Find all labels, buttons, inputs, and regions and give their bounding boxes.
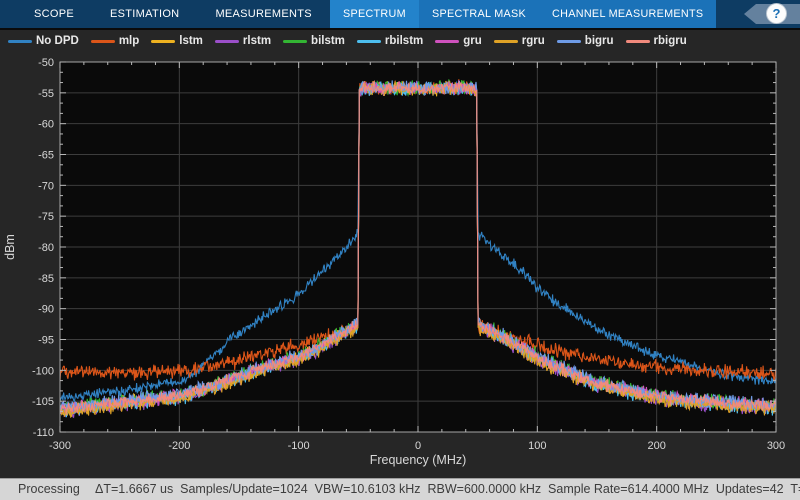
axis-tick-label: -300: [49, 440, 71, 452]
axis-tick-label: -100: [288, 440, 310, 452]
legend-line-swatch: [8, 40, 32, 43]
legend-label: bilstm: [311, 35, 345, 47]
axis-tick-label: 200: [647, 440, 665, 452]
tab-scope[interactable]: SCOPE: [16, 0, 92, 28]
question-mark-icon: ?: [773, 6, 781, 21]
status-bar: Processing ΔT=1.6667 us Samples/Update=1…: [0, 478, 800, 500]
x-axis-label: Frequency (MHz): [370, 453, 467, 467]
legend-item-lstm[interactable]: lstm: [151, 35, 203, 47]
legend-label: lstm: [179, 35, 203, 47]
legend-item-no-dpd[interactable]: No DPD: [8, 35, 79, 47]
axis-tick-label: -50: [38, 57, 54, 69]
tab-channel-measurements[interactable]: CHANNEL MEASUREMENTS: [539, 0, 716, 28]
legend-bar: No DPD mlp lstm rlstm bilstm rbilstm gru rgru bi…: [0, 28, 800, 52]
legend-label: rlstm: [243, 35, 271, 47]
axis-tick-label: -80: [38, 242, 54, 254]
axis-tick-label: -75: [38, 211, 54, 223]
legend-line-swatch: [494, 40, 518, 43]
legend-item-gru[interactable]: gru: [435, 35, 482, 47]
axis-tick-label: -65: [38, 150, 54, 162]
legend-item-rlstm[interactable]: rlstm: [215, 35, 271, 47]
axis-tick-label: 100: [528, 440, 546, 452]
legend-item-mlp[interactable]: mlp: [91, 35, 139, 47]
tab-estimation[interactable]: ESTIMATION: [92, 0, 197, 28]
axis-tick-label: -60: [38, 119, 54, 131]
legend-label: No DPD: [36, 35, 79, 47]
legend-label: bigru: [585, 35, 614, 47]
status-details-text: ΔT=1.6667 us Samples/Update=1024 VBW=10.…: [95, 479, 800, 500]
axis-tick-label: 0: [415, 440, 421, 452]
legend-item-rgru[interactable]: rgru: [494, 35, 545, 47]
help-area: ?: [740, 0, 800, 28]
legend-line-swatch: [435, 40, 459, 43]
legend-label: gru: [463, 35, 482, 47]
status-mode-label: Processing: [18, 479, 80, 500]
legend-line-swatch: [151, 40, 175, 43]
axis-tick-label: -110: [33, 427, 54, 439]
legend-item-bilstm[interactable]: bilstm: [283, 35, 345, 47]
axis-tick-label: -85: [38, 273, 54, 285]
legend-line-swatch: [626, 40, 650, 43]
legend-label: mlp: [119, 35, 139, 47]
legend-line-swatch: [215, 40, 239, 43]
legend-item-bigru[interactable]: bigru: [557, 35, 614, 47]
y-axis-label: dBm: [3, 234, 17, 260]
legend-line-swatch: [283, 40, 307, 43]
legend-item-rbigru[interactable]: rbigru: [626, 35, 687, 47]
toolstrip: SCOPEESTIMATIONMEASUREMENTS SPECTRUMSPEC…: [0, 0, 800, 28]
legend-line-swatch: [357, 40, 381, 43]
legend-line-swatch: [557, 40, 581, 43]
axis-tick-label: -95: [38, 335, 54, 347]
axis-tick-label: -105: [32, 396, 54, 408]
axis-tick-label: -70: [38, 180, 54, 192]
spectrum-plot-canvas[interactable]: -300 -200 -100 0 100 200 300 -110 -105 -100 -95 -90…: [0, 52, 800, 478]
help-button[interactable]: ?: [766, 3, 787, 24]
legend-label: rbilstm: [385, 35, 423, 47]
axis-tick-label: -90: [38, 304, 54, 316]
tab-spectrum[interactable]: SPECTRUM: [330, 0, 419, 28]
axis-tick-label: -55: [38, 88, 54, 100]
plot-region: -300 -200 -100 0 100 200 300 -110 -105 -100 -95 -90…: [0, 52, 800, 478]
axis-tick-label: -200: [168, 440, 190, 452]
legend-label: rbigru: [654, 35, 687, 47]
axis-tick-label: -100: [32, 365, 54, 377]
legend-label: rgru: [522, 35, 545, 47]
tab-measurements[interactable]: MEASUREMENTS: [197, 0, 330, 28]
contextual-tab-group: SPECTRUMSPECTRAL MASKCHANNEL MEASUREMENT…: [330, 0, 717, 28]
main-tab-group: SCOPEESTIMATIONMEASUREMENTS: [0, 0, 330, 28]
axis-tick-label: 300: [767, 440, 785, 452]
tab-spectral-mask[interactable]: SPECTRAL MASK: [419, 0, 539, 28]
legend-line-swatch: [91, 40, 115, 43]
legend-item-rbilstm[interactable]: rbilstm: [357, 35, 423, 47]
